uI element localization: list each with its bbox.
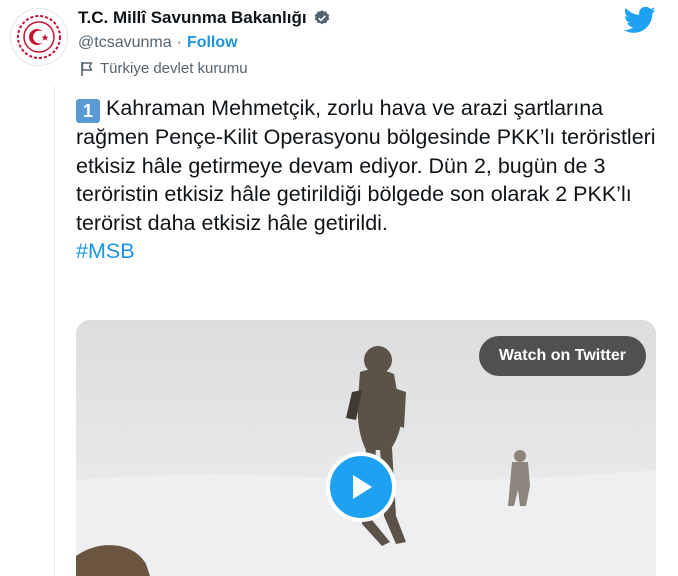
flag-icon bbox=[81, 61, 93, 76]
government-label-text: Türkiye devlet kurumu bbox=[100, 60, 248, 77]
thread-divider bbox=[54, 86, 55, 576]
play-button[interactable] bbox=[326, 452, 396, 522]
account-avatar[interactable] bbox=[10, 8, 68, 66]
play-icon bbox=[353, 475, 372, 499]
follow-button[interactable]: Follow bbox=[187, 34, 238, 52]
separator-dot: · bbox=[176, 34, 182, 51]
account-name[interactable]: T.C. Millî Savunma Bakanlığı bbox=[78, 8, 307, 28]
hashtag-link[interactable]: #MSB bbox=[76, 239, 135, 263]
tweet-text: 1 Kahraman Mehmetçik, zorlu hava ve arazi… bbox=[76, 94, 656, 266]
watch-on-twitter-button[interactable]: Watch on Twitter bbox=[478, 336, 646, 376]
tweet-body: Kahraman Mehmetçik, zorlu hava ve arazi … bbox=[76, 96, 656, 235]
video-media[interactable]: Watch on Twitter bbox=[76, 320, 656, 576]
number-one-badge: 1 bbox=[76, 99, 100, 123]
government-label: Türkiye devlet kurumu bbox=[80, 60, 248, 77]
twitter-bird-icon[interactable] bbox=[624, 6, 656, 34]
msb-emblem-icon bbox=[17, 15, 61, 59]
verified-badge-icon bbox=[314, 10, 329, 25]
account-handle[interactable]: @tcsavunma bbox=[78, 34, 172, 52]
